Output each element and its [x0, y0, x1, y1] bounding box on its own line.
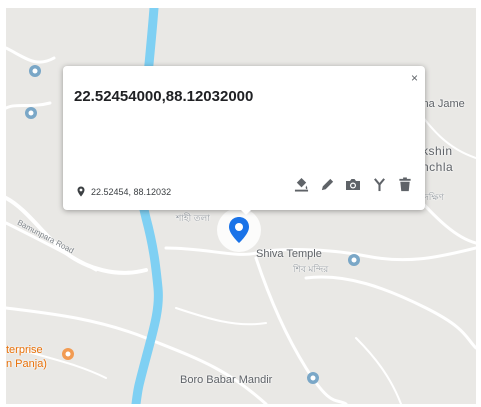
- map-canvas[interactable]: dina Jame kshin nchla দক্ষিণ শাহী তলা Sh…: [6, 8, 476, 404]
- fork-icon[interactable]: [371, 176, 387, 192]
- map-label-bengali-right: দক্ষিণ: [424, 192, 445, 202]
- small-pin-icon: [77, 186, 85, 197]
- poi-marker-icon[interactable]: [347, 253, 361, 267]
- poi-marker-icon[interactable]: [24, 106, 38, 120]
- pencil-icon[interactable]: [319, 176, 335, 192]
- poi-marker-orange-icon[interactable]: [61, 347, 75, 361]
- popup-pointer: [239, 208, 253, 215]
- map-label-kshin: kshin: [422, 144, 453, 158]
- camera-icon[interactable]: [345, 176, 361, 192]
- popup-title: 22.52454000,88.12032000: [74, 88, 254, 105]
- map-label-bengali-left: শাহী তলা: [176, 213, 210, 223]
- close-icon[interactable]: ×: [411, 72, 418, 84]
- popup-coordinates: 22.52454, 88.12032: [77, 186, 171, 197]
- location-pin-icon: [229, 217, 249, 243]
- paint-bucket-icon[interactable]: [293, 176, 309, 192]
- map-label-enterprise-line2: n Panja): [6, 358, 47, 370]
- map-label-enterprise-line1: terprise: [6, 344, 43, 356]
- map-label-nchla: nchla: [422, 160, 454, 174]
- poi-marker-icon[interactable]: [306, 371, 320, 385]
- map-label-shiva-temple: Shiva Temple: [256, 248, 322, 260]
- location-info-popup: × 22.52454000,88.12032000 22.52454, 88.1…: [63, 66, 425, 215]
- popup-coordinates-text: 22.52454, 88.12032: [91, 186, 172, 197]
- trash-icon[interactable]: [397, 176, 413, 192]
- map-label-boro-babar-mandir: Boro Babar Mandir: [180, 374, 273, 386]
- poi-marker-icon[interactable]: [28, 64, 42, 78]
- popup-toolbar: [293, 176, 413, 192]
- map-label-shiva-temple-bn: শিব মন্দির: [293, 264, 329, 274]
